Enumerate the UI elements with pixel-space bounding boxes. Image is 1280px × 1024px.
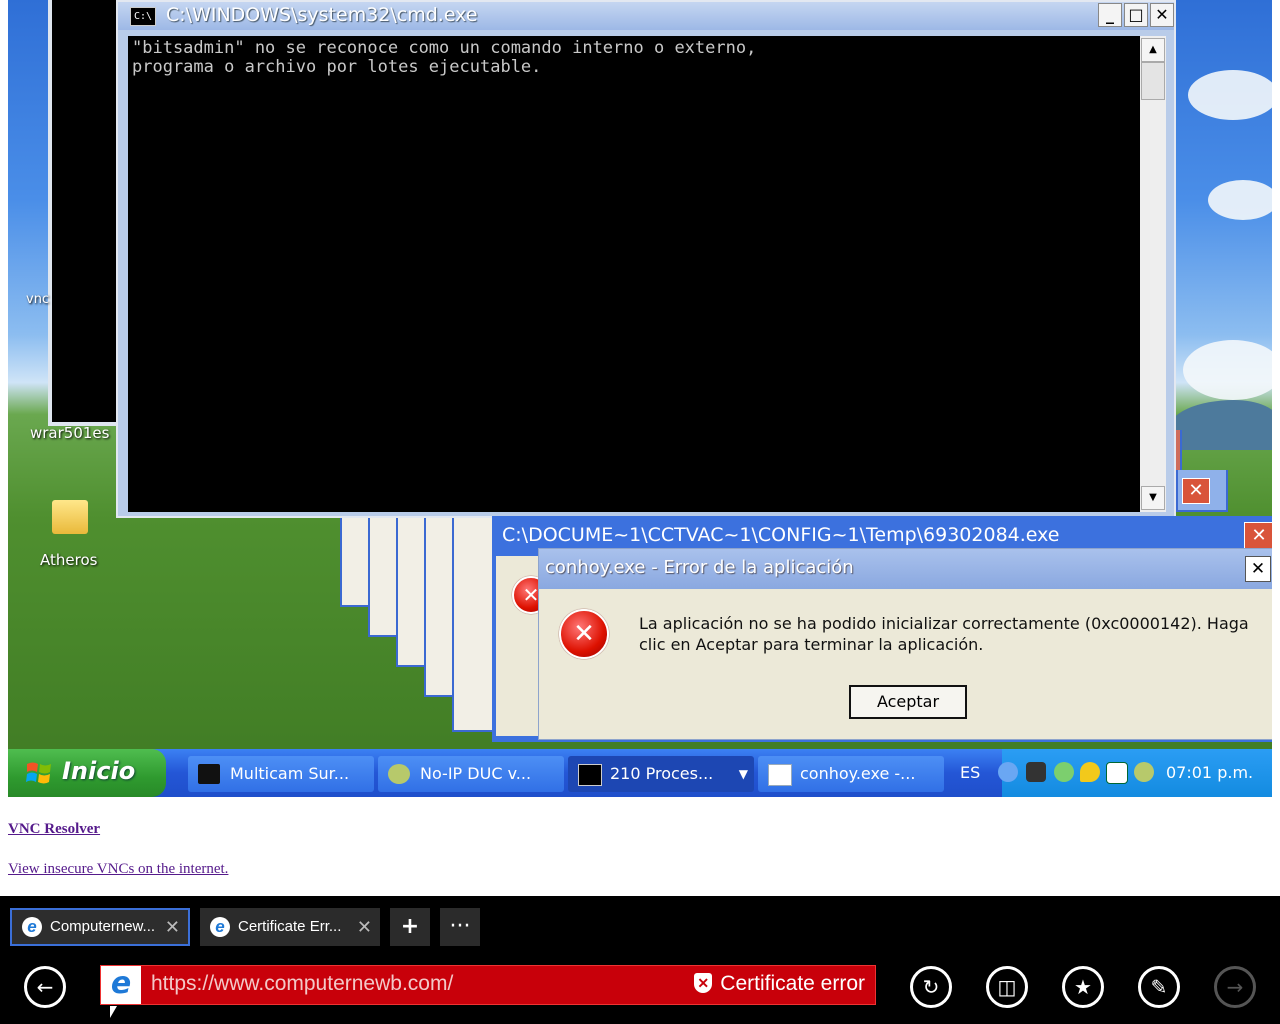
close-button[interactable]: ✕: [1150, 3, 1174, 27]
certificate-error-indicator[interactable]: ✕ Certificate error: [694, 972, 865, 996]
ie-logo-icon: e: [101, 966, 141, 1004]
folder-icon[interactable]: [52, 500, 88, 534]
error-message: La aplicación no se ha podido inicializa…: [639, 614, 1249, 654]
browser-chrome: e Computernew... ✕ e Certificate Err... …: [0, 896, 1280, 1024]
noip-icon: [388, 764, 410, 784]
ok-button[interactable]: Aceptar: [849, 685, 967, 719]
window-icon: [768, 764, 792, 786]
maximize-button[interactable]: □: [1124, 3, 1148, 27]
cmd-icon: C:\: [130, 7, 156, 26]
remote-desktop-view: vnc wrar501es Atheros ✕ C:\ C:\WINDOWS\s…: [8, 0, 1272, 797]
cloud: [1208, 180, 1272, 220]
insecure-vncs-link[interactable]: View insecure VNCs on the internet.: [8, 861, 228, 878]
desktop-icon-label[interactable]: wrar501es: [30, 424, 109, 442]
cmd-title-bar[interactable]: C:\ C:\WINDOWS\system32\cmd.exe _ □ ✕: [118, 2, 1174, 30]
taskbar-item-label: Multicam Sur...: [230, 764, 350, 783]
close-button[interactable]: ✕: [1245, 556, 1271, 582]
certificate-error-label: Certificate error: [720, 972, 865, 995]
taskbar-item[interactable]: Multicam Sur...: [188, 756, 374, 792]
chevron-down-icon: ▼: [738, 767, 748, 781]
error-dialog-title: conhoy.exe - Error de la aplicación: [545, 557, 854, 578]
forward-button[interactable]: →: [1214, 966, 1256, 1008]
noip-tray-icon[interactable]: [1134, 762, 1154, 782]
hill: [1168, 400, 1272, 450]
close-button[interactable]: ✕: [1244, 522, 1272, 550]
vnc-tray-icon[interactable]: [1106, 762, 1128, 784]
ie-icon: e: [210, 917, 230, 937]
cmd-icon: [578, 764, 602, 786]
cmd-window[interactable]: C:\ C:\WINDOWS\system32\cmd.exe _ □ ✕ "b…: [116, 0, 1176, 518]
expand-tray-icon[interactable]: [998, 762, 1018, 782]
tab-label: Certificate Err...: [238, 918, 342, 935]
dialog-body: ✕: [496, 556, 550, 736]
taskbar: Inicio Multicam Sur... No-IP DUC v... 21…: [8, 749, 1272, 797]
back-button[interactable]: ←: [24, 966, 66, 1008]
cmd-title: C:\WINDOWS\system32\cmd.exe: [166, 4, 478, 26]
taskbar-item-label: conhoy.exe -...: [800, 764, 916, 783]
scroll-down-icon[interactable]: ▼: [1141, 486, 1165, 510]
taskbar-item[interactable]: conhoy.exe -...: [758, 756, 944, 792]
taskbar-item[interactable]: 210 Proces... ▼: [568, 756, 754, 792]
cmd-scrollbar[interactable]: ▲ ▼: [1140, 36, 1166, 512]
error-icon: ✕: [559, 609, 609, 659]
language-indicator[interactable]: ES: [960, 763, 980, 782]
desktop-icon-label[interactable]: Atheros: [40, 551, 97, 569]
favorites-button[interactable]: ★: [1062, 966, 1104, 1008]
close-icon[interactable]: ✕: [1182, 478, 1210, 504]
clock: 07:01 p.m.: [1166, 763, 1254, 782]
tabs-button[interactable]: ◫: [986, 966, 1028, 1008]
scroll-thumb[interactable]: [1141, 62, 1165, 100]
scroll-up-icon[interactable]: ▲: [1141, 38, 1165, 62]
start-button[interactable]: Inicio: [8, 749, 166, 797]
tools-button[interactable]: ✎: [1138, 966, 1180, 1008]
mouse-cursor-icon: [110, 1006, 117, 1018]
tab-options-button[interactable]: ···: [440, 908, 480, 946]
cloud: [1188, 70, 1272, 120]
error-dialog-title-bar[interactable]: conhoy.exe - Error de la aplicación ✕: [539, 549, 1272, 589]
taskbar-item[interactable]: No-IP DUC v...: [378, 756, 564, 792]
minimize-button[interactable]: _: [1098, 3, 1122, 27]
url-text[interactable]: https://www.computernewb.com/: [151, 972, 453, 996]
tab-certificate-error[interactable]: e Certificate Err... ✕: [200, 908, 380, 946]
taskbar-item-label: 210 Proces...: [610, 764, 714, 783]
shield-tray-icon[interactable]: [1080, 762, 1100, 782]
stacked-dialog[interactable]: ✕: [1176, 470, 1228, 512]
shield-x-icon: ✕: [694, 973, 713, 993]
ie-icon: e: [22, 917, 42, 937]
taskbar-item-label: No-IP DUC v...: [420, 764, 532, 783]
refresh-button[interactable]: ↻: [910, 966, 952, 1008]
cmd-output[interactable]: "bitsadmin" no se reconoce como un coman…: [128, 36, 1146, 512]
camera-tray-icon[interactable]: [1026, 762, 1046, 782]
close-icon[interactable]: ✕: [357, 908, 372, 946]
close-icon[interactable]: ✕: [165, 910, 180, 944]
cloud: [1183, 340, 1272, 400]
camera-icon: [198, 764, 220, 784]
network-tray-icon[interactable]: [1054, 762, 1074, 782]
error-dialog-back-title: C:\DOCUME~1\CCTVAC~1\CONFIG~1\Temp\69302…: [502, 524, 1060, 546]
desktop-icon-label[interactable]: vnc: [26, 292, 49, 307]
tab-label: Computernew...: [50, 918, 156, 935]
new-tab-button[interactable]: +: [390, 908, 430, 946]
error-dialog[interactable]: conhoy.exe - Error de la aplicación ✕ ✕ …: [538, 548, 1272, 740]
tab-computernewb[interactable]: e Computernew... ✕: [10, 908, 190, 946]
start-label: Inicio: [62, 757, 136, 785]
windows-flag-icon: [26, 762, 51, 784]
vnc-resolver-link[interactable]: VNC Resolver: [8, 821, 100, 838]
system-tray: ES 07:01 p.m.: [960, 749, 1272, 797]
address-bar[interactable]: e https://www.computernewb.com/ ✕ Certifi…: [100, 965, 876, 1005]
